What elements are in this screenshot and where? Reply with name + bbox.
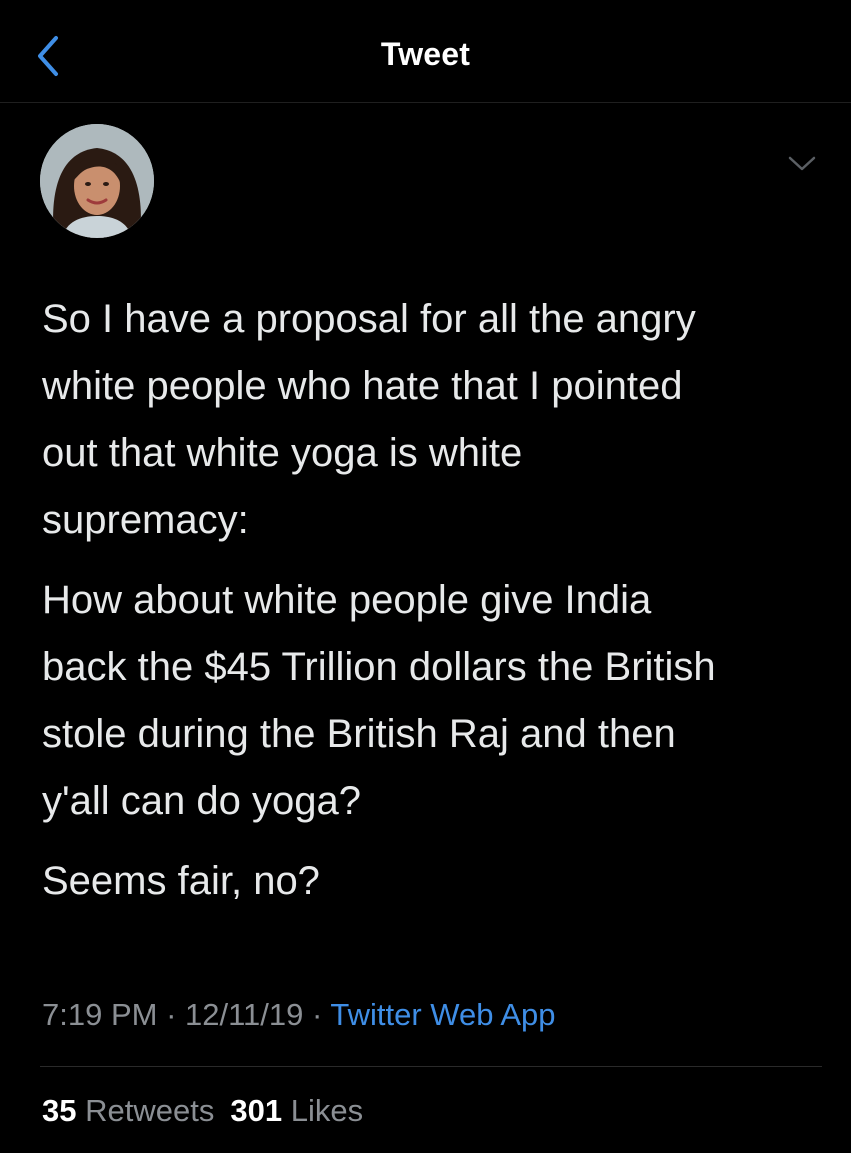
page-title: Tweet xyxy=(380,36,471,72)
tweet-menu-button[interactable] xyxy=(784,150,820,178)
tweet-date: 12/11/19 xyxy=(185,997,304,1032)
metadata-separator: · xyxy=(303,997,331,1032)
tweet-paragraph: Seems fair, no? xyxy=(42,859,320,903)
tweet-paragraph: How about white people give India back t… xyxy=(42,578,716,823)
tweet-time: 7:19 PM xyxy=(42,997,158,1032)
likes-count: 301 xyxy=(230,1093,283,1128)
avatar[interactable] xyxy=(40,124,154,238)
navigation-bar: Tweet xyxy=(0,0,851,103)
tweet-metadata: 7:19 PM · 12/11/19 · Twitter Web App xyxy=(42,995,556,1035)
metadata-separator: · xyxy=(157,997,186,1032)
tweet-text: So I have a proposal for all the angry w… xyxy=(42,286,832,928)
tweet-stats: 35 Retweets 301 Likes xyxy=(42,1091,363,1131)
retweets-label: Retweets xyxy=(85,1093,215,1128)
divider xyxy=(40,1066,822,1067)
chevron-down-icon xyxy=(788,156,816,171)
profile-photo xyxy=(40,124,154,238)
tweet-source-link[interactable]: Twitter Web App xyxy=(330,997,555,1032)
retweets-stat[interactable]: 35 Retweets xyxy=(42,1093,214,1128)
likes-label: Likes xyxy=(290,1093,364,1128)
likes-stat[interactable]: 301 Likes xyxy=(230,1093,363,1128)
retweets-count: 35 xyxy=(42,1093,77,1128)
tweet-paragraph: So I have a proposal for all the angry w… xyxy=(42,297,696,542)
